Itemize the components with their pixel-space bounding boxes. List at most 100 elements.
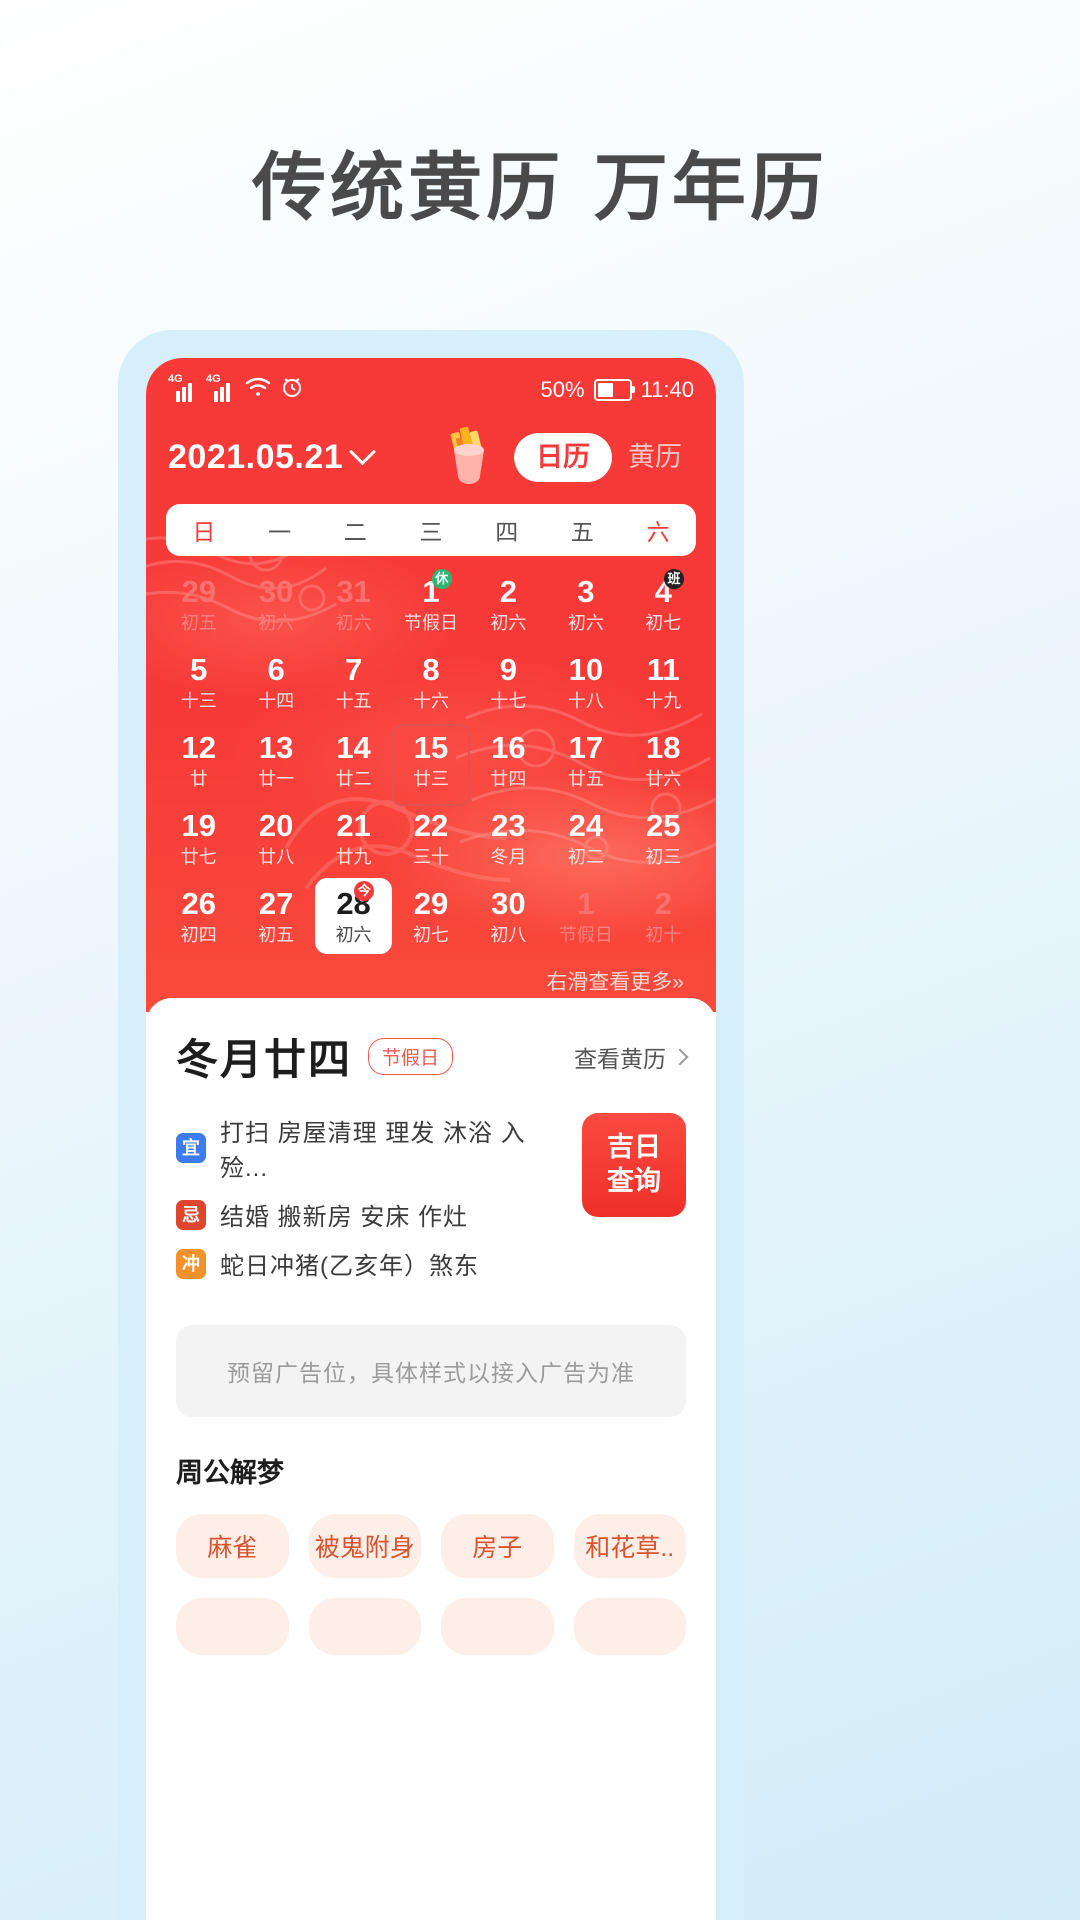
lucky-day-query-button[interactable]: 吉日 查询 <box>582 1113 686 1218</box>
tab-calendar[interactable]: 日历 <box>514 432 612 482</box>
dream-tag-list-row2[interactable] <box>176 1598 686 1656</box>
dream-tag-0[interactable]: 麻雀 <box>176 1514 289 1579</box>
day-number: 13 <box>258 730 294 766</box>
calendar-day-cell[interactable]: 14 廿二 <box>315 722 392 798</box>
day-lunar-label: 初五 <box>258 924 295 945</box>
calendar-day-cell[interactable]: 11 十九 <box>625 644 702 720</box>
calendar-day-cell[interactable]: 12 廿 <box>160 722 237 798</box>
day-number: 16 <box>491 730 526 766</box>
calendar-day-cell[interactable]: 10 十八 <box>547 644 624 720</box>
day-lunar-label: 初六 <box>258 612 295 633</box>
day-number: 2 <box>654 886 672 922</box>
dream-section-title: 周公解梦 <box>176 1458 284 1489</box>
calendar-header: 2021.05.21 日历 黄历 <box>146 412 716 496</box>
calendar-day-cell[interactable]: 休 1 节假日 <box>392 566 469 642</box>
calendar-day-cell[interactable]: 20 廿八 <box>237 800 314 876</box>
calendar-day-cell[interactable]: 29 初七 <box>392 878 469 954</box>
weekday-2: 二 <box>343 519 367 545</box>
calendar-day-cell[interactable]: 19 廿七 <box>160 800 237 876</box>
calendar-day-cell[interactable]: 30 初六 <box>237 566 314 642</box>
chevron-right-icon <box>671 1048 689 1066</box>
tab-almanac[interactable]: 黄历 <box>612 433 694 482</box>
calendar-day-cell[interactable]: 今 28 初六 <box>314 878 393 955</box>
calendar-panel: 4G 4G 50% 11:40 2021.05.21 日历 黄历 日 一 二 三… <box>146 358 716 1012</box>
calendar-day-cell[interactable]: 班 4 初七 <box>625 566 702 642</box>
dream-tag-2[interactable]: 房子 <box>441 1514 554 1579</box>
date-picker-button[interactable]: 2021.05.21 <box>168 438 377 477</box>
lucky-day-line1: 吉日 <box>607 1132 661 1163</box>
calendar-day-cell[interactable]: 18 廿六 <box>625 722 702 798</box>
day-number: 21 <box>336 808 371 844</box>
day-number: 18 <box>646 730 681 766</box>
page-title: 传统黄历 万年历 <box>252 145 828 231</box>
signal-4g-icon-2: 4G <box>206 373 236 402</box>
day-lunar-label: 十六 <box>412 690 449 711</box>
calendar-day-cell[interactable]: 22 三十 <box>392 800 469 876</box>
lucky-day-line2: 查询 <box>607 1166 661 1197</box>
calendar-day-cell[interactable]: 21 廿九 <box>315 800 392 876</box>
day-number: 26 <box>181 886 216 922</box>
calendar-day-cell[interactable]: 3 初六 <box>547 566 624 642</box>
dream-tag-list[interactable]: 麻雀 被鬼附身 房子 和花草.. <box>176 1514 686 1579</box>
weekday-6: 六 <box>646 519 670 545</box>
status-bar: 4G 4G 50% 11:40 <box>146 358 716 412</box>
day-lunar-label: 初四 <box>180 924 217 945</box>
calendar-day-cell[interactable]: 23 冬月 <box>470 800 547 876</box>
day-number: 20 <box>258 808 294 844</box>
calendar-day-cell[interactable]: 17 廿五 <box>547 722 624 798</box>
day-lunar-label: 十八 <box>567 690 604 711</box>
weekday-3: 三 <box>419 519 443 545</box>
calendar-day-cell[interactable]: 5 十三 <box>160 644 237 720</box>
day-number: 29 <box>181 574 216 609</box>
calendar-day-cell[interactable]: 8 十六 <box>392 644 469 720</box>
chevron-down-icon <box>349 437 377 465</box>
dream-tag-1[interactable]: 被鬼附身 <box>308 1514 421 1579</box>
dream-tag-6[interactable] <box>441 1598 554 1656</box>
weekday-1: 一 <box>268 519 292 545</box>
calendar-day-cell[interactable]: 29 初五 <box>160 566 237 642</box>
day-lunar-label: 冬月 <box>490 846 527 867</box>
day-lunar-label: 廿五 <box>567 768 604 789</box>
calendar-day-cell[interactable]: 16 廿四 <box>470 722 547 798</box>
day-lunar-label: 初五 <box>180 612 217 633</box>
calendar-day-cell[interactable]: 2 初十 <box>625 878 702 954</box>
almanac-yi-text: 打扫 房屋清理 理发 沐浴 入殓... <box>220 1120 526 1183</box>
fortune-sticks-icon[interactable] <box>438 426 500 489</box>
day-badge-rest: 休 <box>431 569 452 589</box>
day-lunar-label: 廿二 <box>335 768 372 789</box>
dream-tag-7[interactable] <box>573 1598 686 1656</box>
almanac-detail-card: 冬月廿四 节假日 查看黄历 宜打扫 房屋清理 理发 沐浴 入殓... 忌结婚 搬新… <box>146 998 716 1656</box>
calendar-day-cell[interactable]: 26 初四 <box>160 878 237 954</box>
calendar-day-cell[interactable]: 2 初六 <box>470 566 547 642</box>
ad-placeholder[interactable]: 预留广告位，具体样式以接入广告为准 <box>176 1325 686 1418</box>
clock-label: 11:40 <box>640 377 694 402</box>
day-lunar-label: 十三 <box>180 690 217 711</box>
day-lunar-label: 廿四 <box>490 768 527 789</box>
day-lunar-label: 初七 <box>412 924 449 945</box>
calendar-day-cell[interactable]: 27 初五 <box>237 878 314 954</box>
dream-tag-5[interactable] <box>308 1598 421 1656</box>
day-number: 11 <box>646 652 680 688</box>
almanac-chong-text: 蛇日冲猪(乙亥年）煞东 <box>220 1253 479 1281</box>
calendar-day-cell[interactable]: 13 廿一 <box>237 722 314 798</box>
calendar-day-cell[interactable]: 30 初八 <box>470 878 547 954</box>
calendar-day-cell[interactable]: 15 廿三 <box>392 722 469 798</box>
view-almanac-link[interactable]: 查看黄历 <box>574 1040 689 1074</box>
calendar-day-cell[interactable]: 9 十七 <box>470 644 547 720</box>
calendar-grid[interactable]: 29 初五 30 初六 31 初六休 1 节假日 2 初六 3 初六班 4 初七 5 十三 6 十四 7 十五 8 十六 9… <box>146 560 716 955</box>
weekday-0: 日 <box>192 519 216 545</box>
dream-tag-3[interactable]: 和花草.. <box>573 1514 686 1579</box>
calendar-day-cell[interactable]: 7 十五 <box>315 644 392 720</box>
calendar-day-cell[interactable]: 24 初二 <box>547 800 624 876</box>
calendar-day-cell[interactable]: 6 十四 <box>237 644 314 720</box>
dream-tag-4[interactable] <box>176 1598 289 1656</box>
view-toggle[interactable]: 日历 黄历 <box>514 432 694 482</box>
calendar-day-cell[interactable]: 25 初三 <box>625 800 702 876</box>
almanac-ji-text: 结婚 搬新房 安床 作灶 <box>220 1204 469 1232</box>
day-lunar-label: 初六 <box>490 612 527 633</box>
day-number: 30 <box>491 886 526 922</box>
day-number: 1 <box>422 574 440 609</box>
calendar-day-cell[interactable]: 1 节假日 <box>547 878 624 954</box>
day-lunar-label: 廿九 <box>335 846 372 867</box>
calendar-day-cell[interactable]: 31 初六 <box>315 566 392 642</box>
